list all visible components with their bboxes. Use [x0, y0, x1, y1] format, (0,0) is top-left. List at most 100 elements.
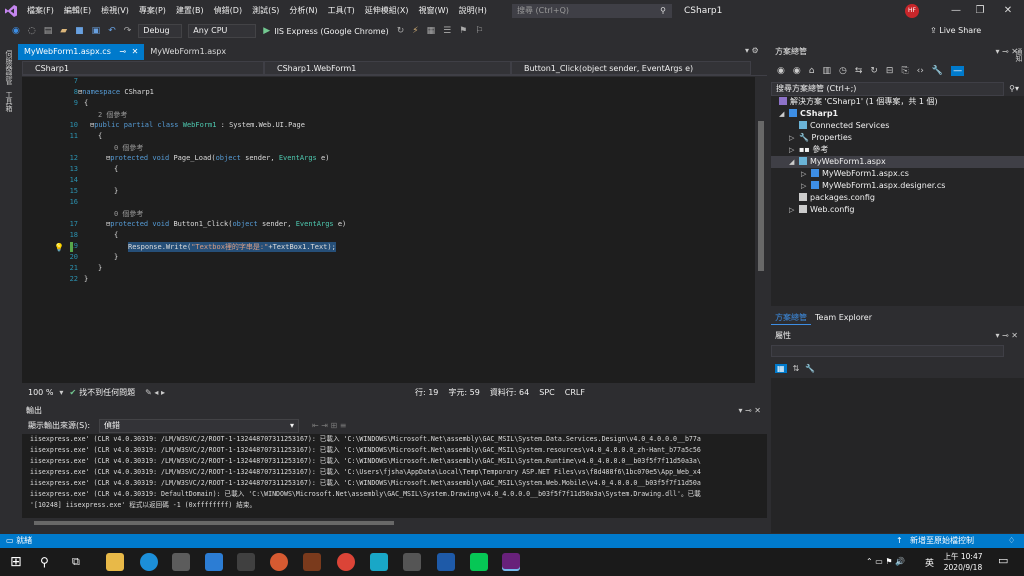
undo-icon[interactable]: ↶	[104, 26, 120, 36]
ime-indicator[interactable]: 英	[925, 556, 934, 569]
chrome-icon[interactable]	[337, 553, 355, 571]
browser-link-icon[interactable]: ⚡	[408, 26, 422, 36]
edge-icon[interactable]	[140, 553, 158, 571]
back-icon[interactable]: ◉	[777, 66, 785, 76]
app-icon[interactable]	[403, 553, 421, 571]
tree-item-web-config[interactable]: ▷ Web.config	[771, 204, 1024, 216]
zoom-dropdown-icon[interactable]: ▾	[59, 388, 63, 397]
menu-file[interactable]: 檔案(F)	[22, 0, 59, 22]
tab-close-icon[interactable]: ✕	[132, 47, 139, 56]
app-k-icon[interactable]	[370, 553, 388, 571]
collapsed-icon[interactable]: ▷	[789, 144, 799, 156]
panel-controls-icon[interactable]: ▾ ⊸ ✕	[995, 329, 1018, 343]
bell-icon[interactable]: ♢	[1008, 534, 1015, 548]
alphabetical-icon[interactable]: ⇅	[793, 364, 800, 373]
calculator-icon[interactable]	[237, 553, 255, 571]
collapsed-icon[interactable]: ▷	[801, 168, 811, 180]
menu-extensions[interactable]: 延伸模組(X)	[360, 0, 414, 22]
view-code-icon[interactable]: ‹›	[917, 66, 924, 76]
output-window-controls-icon[interactable]: ▾ ⊸ ✕	[738, 403, 761, 418]
home-icon[interactable]: ⌂	[809, 66, 815, 76]
search-box[interactable]: 搜尋 (Ctrl+Q) ⚲	[512, 4, 672, 18]
redo-icon[interactable]: ↷	[120, 26, 136, 36]
expanded-icon[interactable]: ◢	[779, 108, 789, 120]
output-source-dropdown[interactable]: 偵錯 ▾	[99, 418, 300, 433]
tree-item-properties[interactable]: ▷ 🔧 Properties	[771, 132, 1024, 144]
switch-views-icon[interactable]: ▥	[822, 66, 831, 76]
tab-overflow-icon[interactable]: ▾ ⚙	[745, 46, 759, 55]
collapsed-icon[interactable]: ▷	[789, 204, 799, 216]
wrench-icon[interactable]: 🔧	[805, 364, 815, 373]
expanded-icon[interactable]: ◢	[789, 156, 799, 168]
add-to-source-control[interactable]: 新增至原始檔控制	[910, 534, 974, 548]
menu-analyze[interactable]: 分析(N)	[284, 0, 322, 22]
refresh-icon[interactable]: ↻	[870, 66, 878, 76]
back-icon[interactable]: ◉	[8, 26, 24, 36]
line-ending-indicator[interactable]: CRLF	[565, 388, 585, 397]
collapsed-icon[interactable]: ▷	[801, 180, 811, 192]
action-center-icon[interactable]: ▭	[998, 554, 1008, 567]
menu-project[interactable]: 專案(P)	[134, 0, 171, 22]
properties-object-dropdown[interactable]	[771, 345, 1004, 357]
scrollbar-thumb[interactable]	[34, 521, 394, 525]
class-dropdown[interactable]: CSharp1.WebForm1	[264, 60, 511, 75]
taskbar-clock[interactable]: 上午 10:47 2020/9/18	[938, 551, 988, 573]
tree-item-designer-cs[interactable]: ▷ MyWebForm1.aspx.designer.cs	[771, 180, 1024, 192]
server-explorer-tab[interactable]: 伺服器總管	[4, 50, 14, 85]
menu-test[interactable]: 測試(S)	[247, 0, 284, 22]
pending-changes-icon[interactable]: ◷	[839, 66, 847, 76]
menu-tools[interactable]: 工具(T)	[323, 0, 360, 22]
bookmark-icon[interactable]: ⚑	[455, 26, 471, 36]
restore-icon[interactable]: ❐	[966, 0, 994, 22]
run-button[interactable]: IIS Express (Google Chrome)	[274, 27, 389, 36]
configuration-dropdown[interactable]: Debug	[138, 24, 183, 38]
output-horizontal-scrollbar[interactable]	[22, 518, 767, 528]
search-icon[interactable]: ⚲	[40, 553, 58, 571]
tab-mywebform1-aspx[interactable]: MyWebForm1.aspx	[144, 44, 232, 60]
live-share-button[interactable]: ⇪ Live Share	[930, 22, 981, 40]
tree-item-aspx-cs[interactable]: ▷ MyWebForm1.aspx.cs	[771, 168, 1024, 180]
tab-mywebform1-aspx-cs[interactable]: MyWebForm1.aspx.cs ⊸ ✕	[18, 44, 145, 60]
menu-window[interactable]: 視窗(W)	[414, 0, 454, 22]
tree-item-packages-config[interactable]: packages.config	[771, 192, 1024, 204]
file-explorer-icon[interactable]	[106, 553, 124, 571]
toolbar-misc-icon[interactable]: ▦	[423, 26, 440, 36]
zoom-level[interactable]: 100 %	[22, 388, 59, 397]
toolbox-tab[interactable]: 工具箱	[4, 91, 14, 112]
code-editor[interactable]: 7 8 9 10 11 12 13 14 15 16 17 18 19 20 2…	[22, 77, 767, 383]
mail-icon[interactable]	[205, 553, 223, 571]
new-project-icon[interactable]: ▤	[40, 26, 57, 36]
categorized-icon[interactable]: ▦	[775, 363, 787, 373]
tree-item-mywebform1-aspx[interactable]: ◢ MyWebForm1.aspx	[771, 156, 1024, 168]
tab-team-explorer[interactable]: Team Explorer	[811, 311, 876, 325]
bookmark-prev-icon[interactable]: ⚐	[471, 26, 487, 36]
store-icon[interactable]	[172, 553, 190, 571]
codelens-references[interactable]: 0 個參考	[114, 209, 143, 219]
menu-build[interactable]: 建置(B)	[171, 0, 209, 22]
open-folder-icon[interactable]: ▰	[56, 26, 71, 36]
output-text[interactable]: iisexpress.exe' (CLR v4.0.30319: /LM/W3S…	[22, 434, 767, 518]
solution-explorer-search[interactable]: 搜尋方案總管 (Ctrl+;) ⚲▾	[771, 82, 1019, 96]
tree-item-solution[interactable]: 解決方案 'CSharp1' (1 個專案，共 1 個)	[771, 96, 1024, 108]
lightbulb-icon[interactable]: 💡	[54, 243, 64, 252]
editor-vertical-scrollbar[interactable]	[755, 77, 767, 383]
codelens-references[interactable]: 2 個參考	[98, 110, 127, 120]
project-dropdown[interactable]: CSharp1	[22, 60, 264, 75]
save-icon[interactable]: ■	[71, 26, 88, 36]
show-all-files-icon[interactable]: ⎘	[901, 66, 908, 76]
issues-status[interactable]: 找不到任何問題	[79, 387, 135, 398]
forward-icon[interactable]: ◌	[24, 26, 40, 36]
tree-item-references[interactable]: ▷ ▪▪ 參考	[771, 144, 1024, 156]
notifications-tab[interactable]: 通知	[1010, 48, 1024, 88]
codelens-references[interactable]: 0 個參考	[114, 143, 143, 153]
output-tools-icon[interactable]: ⇤ ⇥ ⊞ ≡	[312, 421, 346, 430]
line-app-icon[interactable]	[470, 553, 488, 571]
menu-edit[interactable]: 編輯(E)	[59, 0, 96, 22]
whitespace-indicator[interactable]: SPC	[539, 388, 555, 397]
save-all-icon[interactable]: ▣	[88, 26, 105, 36]
menu-debug[interactable]: 偵錯(D)	[209, 0, 247, 22]
tray-icons[interactable]: ⌃ ▭ ⚑ 🔊	[866, 557, 905, 566]
sync-icon[interactable]: ⇆	[855, 66, 863, 76]
comment-icon[interactable]: ☰	[439, 26, 455, 36]
media-app-icon[interactable]	[303, 553, 321, 571]
